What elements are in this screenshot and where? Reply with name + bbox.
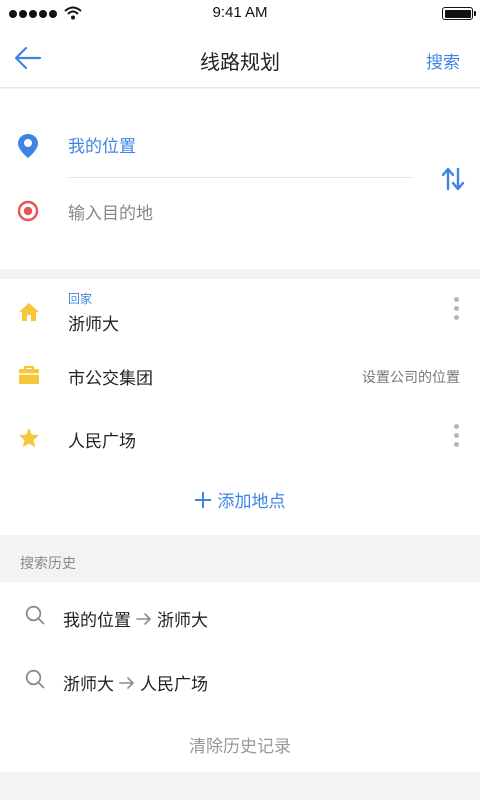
place-home-tag: 回家 <box>68 292 93 306</box>
clear-history-button[interactable]: 清除历史记录 <box>0 732 480 757</box>
home-icon <box>19 303 39 321</box>
history-to: 浙师大 <box>157 611 208 631</box>
place-company-name: 市公交集团 <box>68 369 153 389</box>
status-bar: 9:41 AM <box>0 0 480 28</box>
history-to: 人民广场 <box>140 675 208 695</box>
history-from: 我的位置 <box>63 611 131 631</box>
search-button[interactable]: 搜索 <box>426 48 460 73</box>
set-company-link[interactable]: 设置公司的位置 <box>362 367 460 387</box>
arrow-right-icon <box>136 612 151 625</box>
battery-icon <box>442 7 476 20</box>
add-place-label: 添加地点 <box>217 492 286 512</box>
location-pin-icon <box>18 134 38 158</box>
add-place-button[interactable]: 添加地点 <box>0 487 480 517</box>
status-time: 9:41 AM <box>212 4 268 21</box>
search-icon <box>25 605 45 625</box>
place-favorite-name: 人民广场 <box>68 432 136 452</box>
more-icon[interactable] <box>452 424 460 454</box>
route-divider <box>68 177 413 178</box>
history-item[interactable]: 浙师大 人民广场 <box>0 651 480 705</box>
page-title: 线路规划 <box>200 50 280 74</box>
search-history: 我的位置 浙师大 浙师大 人民广场 清除历史记录 <box>0 582 480 772</box>
origin-text: 我的位置 <box>68 137 136 157</box>
briefcase-icon <box>19 366 39 384</box>
saved-places: 回家 浙师大 市公交集团 设置公司的位置 人民广场 添加地点 <box>0 279 480 535</box>
destination-placeholder: 输入目的地 <box>68 204 153 224</box>
swap-icon[interactable] <box>440 166 466 192</box>
place-home[interactable]: 回家 浙师大 <box>0 279 480 343</box>
place-favorite[interactable]: 人民广场 <box>0 407 480 471</box>
search-icon <box>25 669 45 689</box>
arrow-right-icon <box>119 676 134 689</box>
origin-field[interactable]: 我的位置 <box>0 117 420 173</box>
target-icon <box>17 200 39 222</box>
history-item[interactable]: 我的位置 浙师大 <box>0 587 480 641</box>
history-from: 浙师大 <box>63 675 114 695</box>
place-home-name: 浙师大 <box>68 315 119 335</box>
more-icon[interactable] <box>452 297 460 327</box>
place-company[interactable]: 市公交集团 设置公司的位置 <box>0 343 480 407</box>
route-planner: 我的位置 输入目的地 <box>0 89 480 269</box>
nav-bar: 线路规划 搜索 <box>0 28 480 88</box>
destination-field[interactable]: 输入目的地 <box>0 184 420 240</box>
plus-icon <box>194 491 211 508</box>
history-header: 搜索历史 <box>20 556 76 572</box>
star-icon <box>19 428 39 448</box>
